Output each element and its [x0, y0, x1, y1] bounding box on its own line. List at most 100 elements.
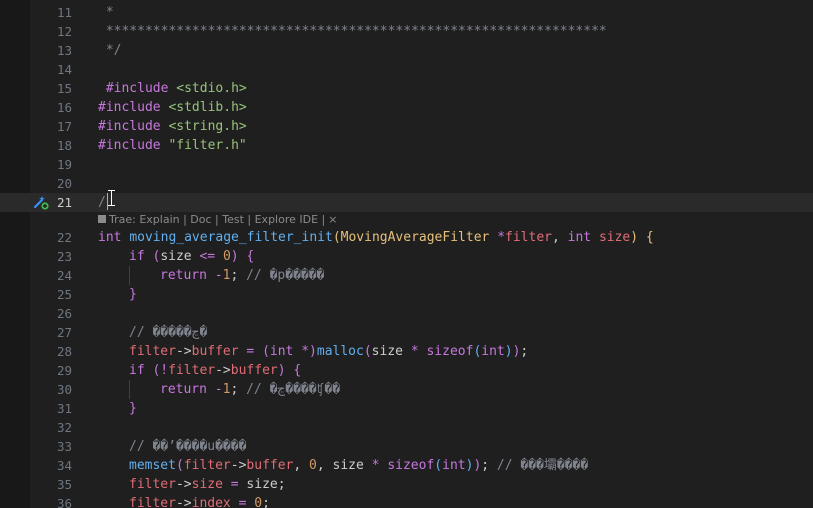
code-token: int [269, 344, 294, 359]
code-token: = [230, 477, 239, 492]
code-token: ) [277, 363, 286, 378]
code-token: return [160, 382, 207, 397]
code-token: / [98, 195, 106, 210]
code-token: int [98, 230, 122, 245]
code-line[interactable]: 27 // �����ڃ� [0, 323, 813, 342]
line-code[interactable]: return -1; // �ڃ����ʧ�� [160, 380, 340, 399]
line-code[interactable]: ****************************************… [98, 22, 607, 41]
line-code[interactable]: } [129, 399, 137, 418]
line-number: 33 [56, 439, 72, 454]
line-number: 29 [56, 363, 72, 378]
code-token: filter [129, 344, 176, 359]
line-code[interactable]: / [98, 193, 106, 212]
line-code[interactable]: */ [98, 41, 122, 60]
code-line[interactable]: 31} [0, 399, 813, 418]
code-token: ( [434, 458, 443, 473]
code-line[interactable]: 26 [0, 304, 813, 323]
code-token: int [481, 344, 505, 359]
code-token: // �ڃ����ʧ�� [246, 382, 341, 397]
code-token: - [214, 382, 223, 397]
code-token: int [442, 458, 466, 473]
code-line[interactable]: 28 filter->buffer = (int *)malloc(size * … [0, 342, 813, 361]
line-code[interactable]: #include <stdlib.h> [98, 98, 247, 117]
code-token: ) [630, 230, 639, 245]
code-line[interactable]: 13 */ [0, 41, 813, 60]
code-token: ; [262, 496, 270, 508]
code-line[interactable]: 29 if (!filter->buffer) { [0, 361, 813, 380]
code-token: buffer [246, 458, 294, 473]
code-token: "filter.h" [168, 138, 247, 153]
line-code[interactable]: filter->buffer = (int *)malloc(size * si… [129, 342, 528, 361]
line-code[interactable]: // ��’����u���� [129, 437, 246, 456]
code-token: 0 [222, 249, 231, 264]
code-line[interactable]: 25} [0, 285, 813, 304]
code-line[interactable]: 19 [0, 155, 813, 174]
line-code[interactable]: #include <string.h> [98, 117, 247, 136]
code-line[interactable]: 12 *************************************… [0, 22, 813, 41]
line-code[interactable]: // �����ڃ� [129, 323, 207, 342]
code-line[interactable]: 17 #include <string.h> [0, 117, 813, 136]
code-token: <string.h> [168, 119, 247, 134]
code-line[interactable]: 24 return -1; // �p����� [0, 266, 813, 285]
code-token: -> [175, 344, 192, 359]
ai-assist-icon[interactable] [33, 194, 49, 210]
line-number: 32 [56, 420, 72, 435]
code-line[interactable]: 18 #include "filter.h" [0, 136, 813, 155]
line-code[interactable]: if (!filter->buffer) { [129, 361, 301, 380]
line-code[interactable]: int moving_average_filter_init(MovingAve… [98, 228, 654, 247]
code-token: buffer [191, 344, 239, 359]
code-token: filter [505, 230, 552, 245]
code-line[interactable]: 30 return -1; // �ڃ����ʧ�� [0, 380, 813, 399]
code-token: malloc [316, 344, 364, 359]
code-token: , [293, 458, 310, 473]
code-line[interactable]: 14 [0, 60, 813, 79]
close-icon[interactable]: × [328, 213, 337, 226]
code-token: ( [332, 230, 341, 245]
code-line[interactable]: 20 [0, 174, 813, 193]
codelens-actions[interactable]: Trae: Explain | Doc | Test | Explore IDE… [109, 213, 325, 226]
code-line[interactable]: 23 if (size <= 0) { [0, 247, 813, 266]
code-line[interactable]: 35 filter->size = size; [0, 475, 813, 494]
code-token: 0 [309, 458, 317, 473]
line-code[interactable]: * [98, 3, 114, 22]
code-token: filter [129, 496, 176, 508]
code-line[interactable]: 22 int moving_average_filter_init(MovingA… [0, 228, 813, 247]
line-number: 23 [56, 249, 72, 264]
line-code[interactable]: } [129, 285, 137, 304]
line-code[interactable]: #include <stdio.h> [98, 79, 247, 98]
codelens-bar[interactable]: Trae: Explain | Doc | Test | Explore IDE… [98, 211, 337, 229]
code-line[interactable]: 15 #include <stdio.h> [0, 79, 813, 98]
line-code[interactable]: return -1; // �p����� [160, 266, 324, 285]
code-line[interactable]: 21/ [0, 193, 813, 212]
line-code[interactable]: #include "filter.h" [98, 136, 247, 155]
code-token: * [497, 230, 506, 245]
code-token: buffer [230, 363, 278, 378]
code-token: size; [238, 477, 286, 492]
line-number: 24 [56, 268, 72, 283]
line-code[interactable]: memset(filter->buffer, 0, size * sizeof(… [129, 456, 588, 475]
code-line[interactable]: 36 filter->index = 0; [0, 494, 813, 508]
code-line[interactable]: 32 [0, 418, 813, 437]
line-number: 34 [56, 458, 72, 473]
line-code[interactable]: filter->index = 0; [129, 494, 270, 508]
indent-guide [129, 380, 130, 399]
code-line[interactable]: 11 * [0, 3, 813, 22]
code-line[interactable]: 33 // ��’����u���� [0, 437, 813, 456]
code-token: // ���壩���� [496, 458, 589, 473]
code-token: <= [199, 249, 216, 264]
code-token: // �����ڃ� [129, 325, 208, 340]
code-line[interactable]: 34 memset(filter->buffer, 0, size * sizeo… [0, 456, 813, 475]
code-token: size [160, 249, 200, 264]
code-token: ; [481, 458, 497, 473]
code-token: ) [504, 344, 513, 359]
code-editor[interactable]: 11 * 12 *********************************… [0, 0, 813, 508]
line-code[interactable]: if (size <= 0) { [129, 247, 254, 266]
code-token: #include [98, 81, 169, 96]
line-code[interactable]: filter->size = size; [129, 475, 286, 494]
code-token: - [214, 268, 223, 283]
code-line[interactable]: 16 #include <stdlib.h> [0, 98, 813, 117]
